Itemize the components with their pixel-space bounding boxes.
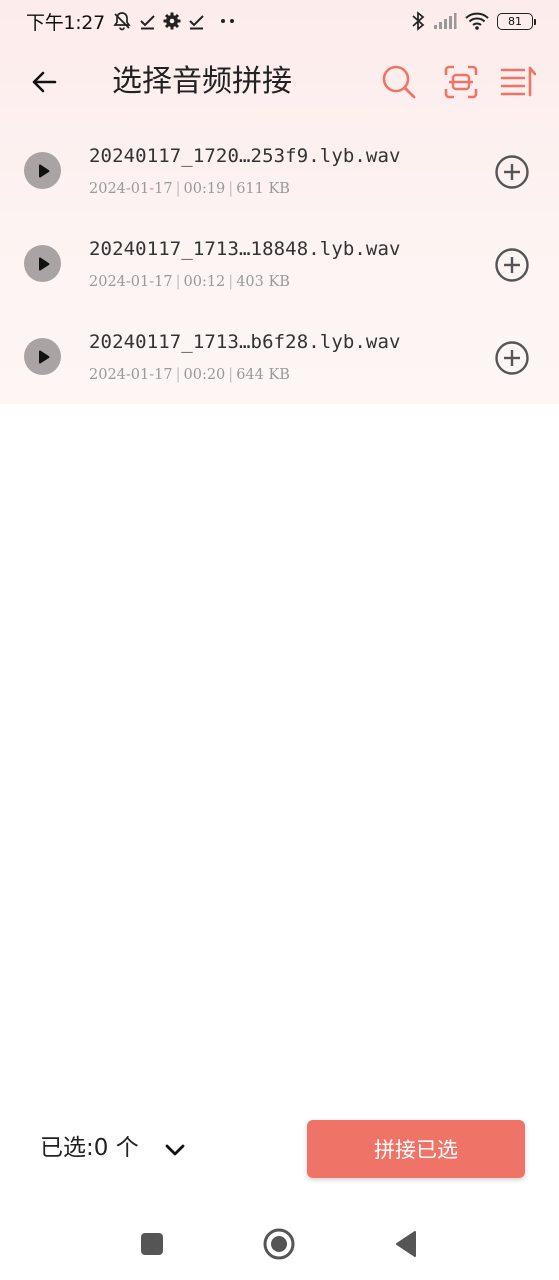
signal-icon: [433, 12, 457, 30]
plus-circle-icon: [495, 248, 529, 282]
app-bar: 选择音频拼接: [0, 48, 559, 116]
scan-button[interactable]: [441, 62, 481, 102]
system-nav-bar: [0, 1212, 559, 1276]
status-bar: 下午1:27 81: [0, 0, 559, 42]
play-button[interactable]: [24, 152, 61, 189]
battery-level: 81: [508, 14, 522, 28]
file-name: 20240117_1720…253f9.lyb.wav: [89, 145, 401, 167]
status-time: 下午1:27: [26, 11, 105, 34]
file-duration: 00:20: [183, 367, 226, 383]
back-button[interactable]: [24, 62, 64, 102]
audio-file-list: 20240117_1720…253f9.lyb.wav 2024-01-17 | 0…: [0, 125, 559, 404]
file-name: 20240117_1713…18848.lyb.wav: [89, 238, 401, 260]
list-item[interactable]: 20240117_1720…253f9.lyb.wav 2024-01-17 | 0…: [0, 125, 559, 218]
plus-circle-icon: [495, 155, 529, 189]
file-meta: 2024-01-17 | 00:20 | 644 KB: [89, 367, 290, 383]
home-circle-icon: [263, 1228, 295, 1260]
play-icon: [38, 256, 49, 271]
play-button[interactable]: [24, 245, 61, 282]
scan-icon: [444, 65, 478, 99]
file-duration: 00:19: [183, 181, 226, 197]
bluetooth-icon: [411, 11, 425, 31]
more-dots-icon: [220, 18, 236, 24]
add-button[interactable]: [494, 247, 530, 283]
file-meta: 2024-01-17 | 00:12 | 403 KB: [89, 274, 290, 290]
add-button[interactable]: [494, 154, 530, 190]
home-button[interactable]: [261, 1226, 297, 1262]
wifi-icon: [465, 12, 489, 30]
check-icon: [188, 13, 205, 30]
add-button[interactable]: [494, 340, 530, 376]
file-size: 611 KB: [236, 181, 290, 197]
gear-icon: [163, 12, 181, 30]
page-title: 选择音频拼接: [112, 64, 292, 99]
file-duration: 00:12: [183, 274, 226, 290]
play-button[interactable]: [24, 338, 61, 375]
back-arrow-icon: [32, 71, 57, 93]
recents-button[interactable]: [134, 1226, 170, 1262]
selected-count[interactable]: 已选:0 个: [40, 1131, 139, 1165]
chevron-down-icon: [165, 1144, 185, 1156]
play-icon: [38, 163, 49, 178]
play-icon: [38, 349, 49, 364]
file-name: 20240117_1713…b6f28.lyb.wav: [89, 331, 401, 353]
file-size: 403 KB: [236, 274, 290, 290]
search-icon: [382, 65, 416, 99]
sort-icon: [500, 66, 536, 97]
plus-circle-icon: [495, 341, 529, 375]
back-nav-button[interactable]: [388, 1226, 424, 1262]
file-date: 2024-01-17: [89, 274, 173, 290]
check-icon: [139, 13, 156, 30]
mute-bell-icon: [112, 11, 132, 31]
file-size: 644 KB: [236, 367, 290, 383]
file-date: 2024-01-17: [89, 367, 173, 383]
back-triangle-icon: [396, 1231, 416, 1257]
selection-dropdown[interactable]: [160, 1135, 190, 1165]
sort-button[interactable]: [498, 62, 538, 102]
list-item[interactable]: 20240117_1713…18848.lyb.wav 2024-01-17 | 0…: [0, 218, 559, 311]
search-button[interactable]: [379, 62, 419, 102]
list-item[interactable]: 20240117_1713…b6f28.lyb.wav 2024-01-17 | 0…: [0, 311, 559, 404]
battery-icon: 81: [497, 12, 536, 30]
file-meta: 2024-01-17 | 00:19 | 611 KB: [89, 181, 290, 197]
merge-selected-button[interactable]: 拼接已选: [307, 1120, 525, 1178]
file-date: 2024-01-17: [89, 181, 173, 197]
square-icon: [141, 1233, 163, 1255]
